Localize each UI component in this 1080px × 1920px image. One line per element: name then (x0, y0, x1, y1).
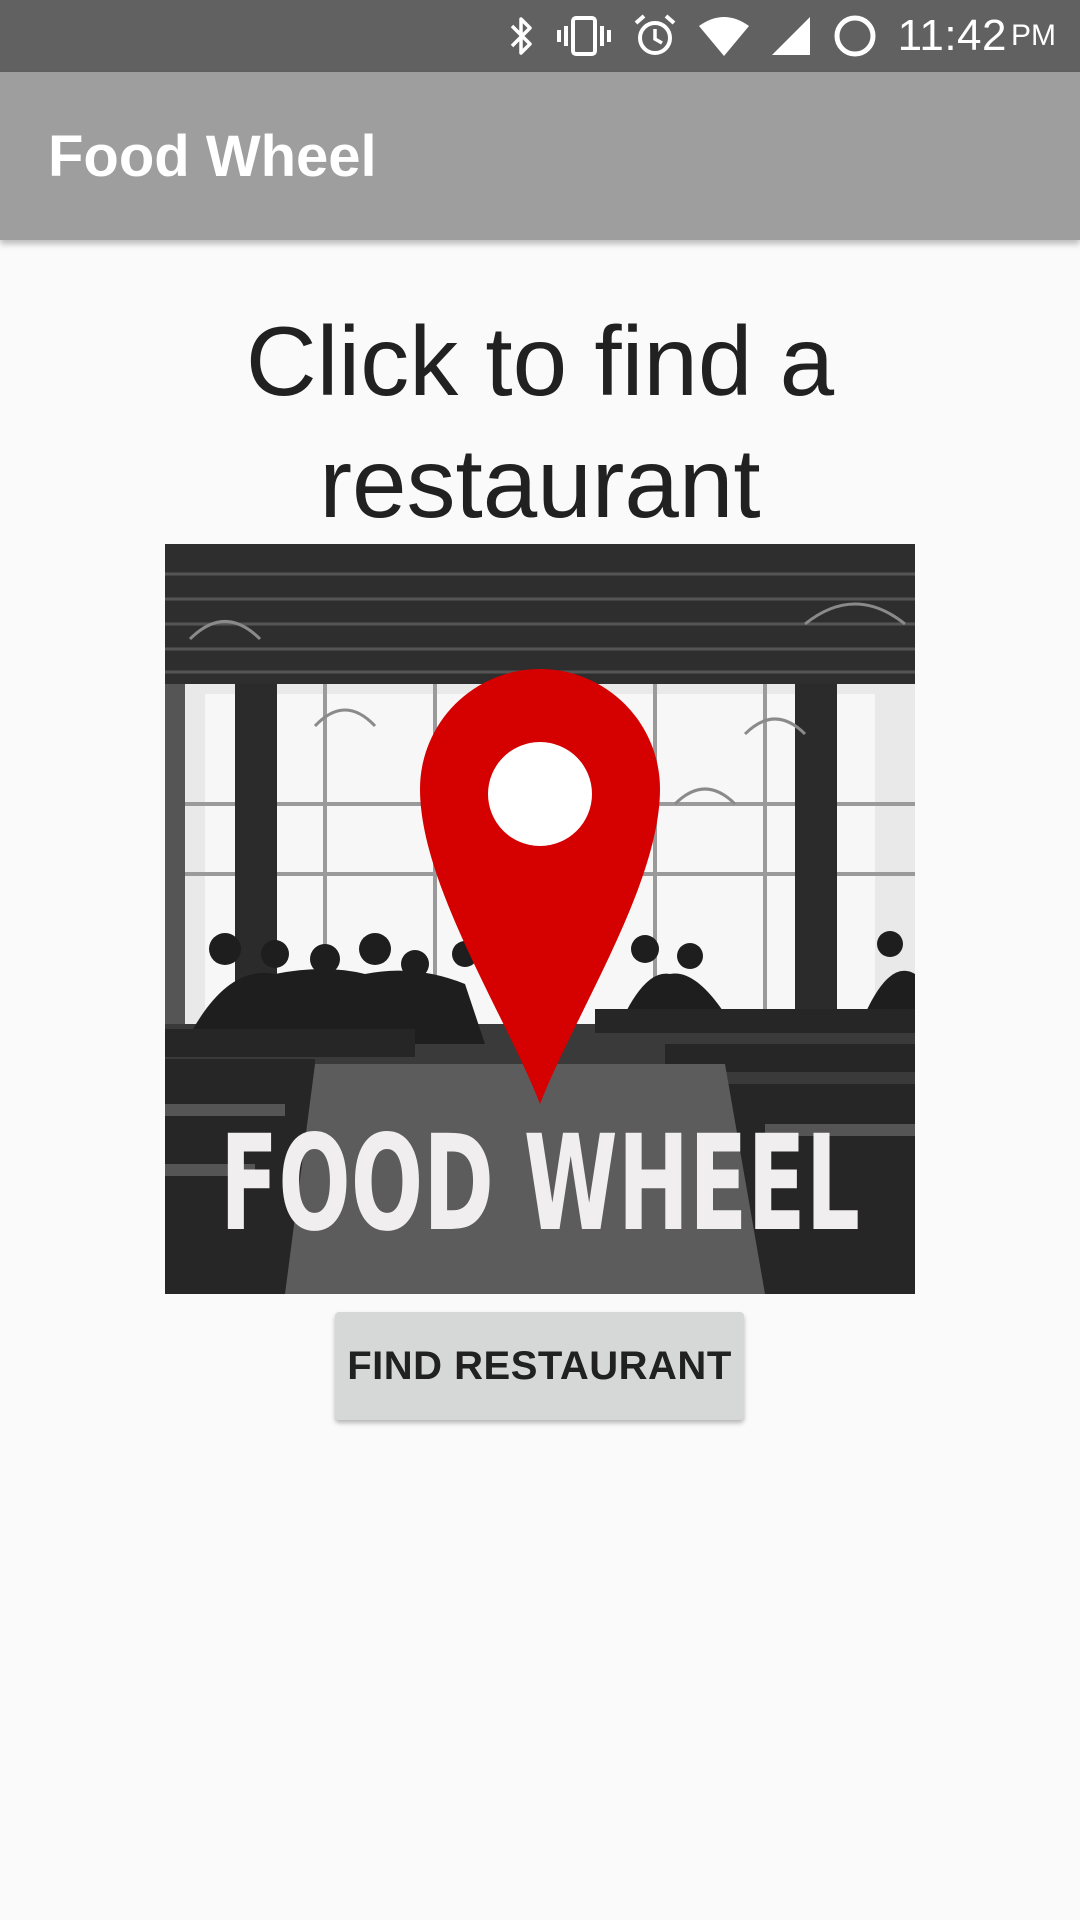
find-restaurant-button[interactable]: FIND RESTAURANT (335, 1312, 744, 1420)
sync-circle-icon (832, 13, 878, 59)
page-headline: Click to find a restaurant (245, 306, 835, 538)
logo-text: FOOD WHEEL (220, 1107, 860, 1261)
status-time: 11:42 (897, 11, 1007, 60)
alarm-icon (632, 13, 678, 59)
status-bar: 11:42 PM (0, 0, 1080, 72)
wifi-icon (698, 16, 750, 56)
app-bar: Food Wheel (0, 72, 1080, 240)
bluetooth-icon (506, 14, 536, 58)
vibrate-icon (556, 14, 612, 58)
cell-signal-icon (770, 15, 812, 57)
status-ampm: PM (1011, 19, 1056, 52)
food-wheel-logo-image: FOOD WHEEL (165, 544, 915, 1294)
app-title: Food Wheel (48, 123, 377, 189)
